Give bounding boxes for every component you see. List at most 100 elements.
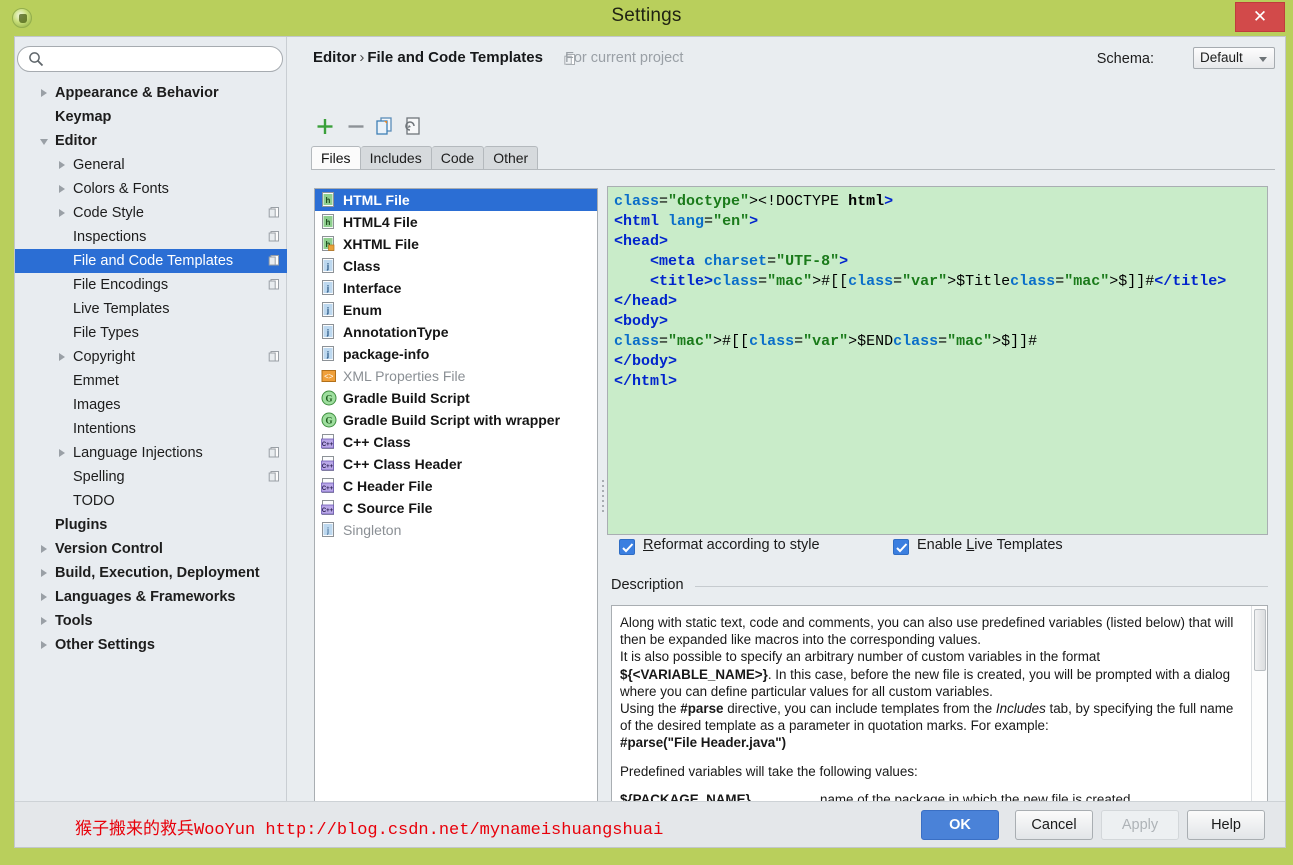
shared-settings-icon <box>268 446 281 459</box>
template-list[interactable]: hHTML FilehHTML4 FilehXHTML FilejClassjI… <box>314 188 598 816</box>
sidebar-item-file-encodings[interactable]: File Encodings <box>15 273 287 297</box>
chevron-right-icon[interactable] <box>41 89 47 97</box>
template-list-item-label: Enum <box>343 302 382 318</box>
java-file-icon: j <box>321 346 337 362</box>
template-list-item[interactable]: C++C++ Class Header <box>315 453 597 475</box>
sidebar-item-copyright[interactable]: Copyright <box>15 345 287 369</box>
tab-code[interactable]: Code <box>432 146 484 170</box>
chevron-down-icon[interactable] <box>40 139 48 145</box>
window-titlebar: Settings ✕ <box>0 0 1293 36</box>
template-list-item[interactable]: <>XML Properties File <box>315 365 597 387</box>
description-paragraph-1: Along with static text, code and comment… <box>620 614 1241 752</box>
sidebar-item-spelling[interactable]: Spelling <box>15 465 287 489</box>
chevron-right-icon[interactable] <box>59 161 65 169</box>
tab-includes[interactable]: Includes <box>361 146 432 170</box>
chevron-right-icon[interactable] <box>41 641 47 649</box>
sidebar-item-appearance-behavior[interactable]: Appearance & Behavior <box>15 81 287 105</box>
template-list-item[interactable]: C++C Header File <box>315 475 597 497</box>
sidebar-item-code-style[interactable]: Code Style <box>15 201 287 225</box>
tab-other[interactable]: Other <box>484 146 538 170</box>
cpp-file-icon: C++ <box>321 434 337 450</box>
sidebar-item-build-execution-deployment[interactable]: Build, Execution, Deployment <box>15 561 287 585</box>
template-list-item[interactable]: hHTML4 File <box>315 211 597 233</box>
cancel-button[interactable]: Cancel <box>1015 810 1093 840</box>
template-list-item[interactable]: jpackage-info <box>315 343 597 365</box>
chevron-right-icon[interactable] <box>41 569 47 577</box>
template-list-item[interactable]: GGradle Build Script with wrapper <box>315 409 597 431</box>
settings-tree[interactable]: Appearance & BehaviorKeymapEditorGeneral… <box>15 81 287 657</box>
sidebar-item-file-and-code-templates[interactable]: File and Code Templates <box>15 249 287 273</box>
template-list-item-label: C Source File <box>343 500 432 516</box>
help-button[interactable]: Help <box>1187 810 1265 840</box>
search-box[interactable] <box>17 46 283 72</box>
sidebar-item-intentions[interactable]: Intentions <box>15 417 287 441</box>
chevron-right-icon[interactable] <box>59 209 65 217</box>
sidebar-item-keymap[interactable]: Keymap <box>15 105 287 129</box>
template-list-item-label: Gradle Build Script <box>343 390 470 406</box>
chevron-right-icon[interactable] <box>59 353 65 361</box>
sidebar-item-file-types[interactable]: File Types <box>15 321 287 345</box>
template-list-item-label: HTML4 File <box>343 214 418 230</box>
sidebar-item-todo[interactable]: TODO <box>15 489 287 513</box>
sidebar-item-live-templates[interactable]: Live Templates <box>15 297 287 321</box>
splitter-handle[interactable] <box>599 477 607 521</box>
reformat-checkbox[interactable] <box>619 539 635 555</box>
sidebar-item-tools[interactable]: Tools <box>15 609 287 633</box>
sidebar-item-version-control[interactable]: Version Control <box>15 537 287 561</box>
sidebar-item-colors-fonts[interactable]: Colors & Fonts <box>15 177 287 201</box>
close-icon[interactable]: ✕ <box>1235 2 1285 32</box>
template-list-item[interactable]: jInterface <box>315 277 597 299</box>
remove-template-button[interactable] <box>342 113 370 141</box>
ok-button[interactable]: OK <box>921 810 999 840</box>
chevron-right-icon[interactable] <box>41 617 47 625</box>
sidebar-item-plugins[interactable]: Plugins <box>15 513 287 537</box>
sidebar-item-other-settings[interactable]: Other Settings <box>15 633 287 657</box>
shared-settings-icon <box>268 254 281 267</box>
add-template-button[interactable] <box>311 113 339 141</box>
description-includes-tab: Includes <box>996 701 1046 716</box>
code-line: <title>class="mac">#[[class="var">$Title… <box>614 272 1267 292</box>
gradle-icon: G <box>321 412 337 428</box>
chevron-right-icon[interactable] <box>59 185 65 193</box>
code-line: class="mac">#[[class="var">$ENDclass="ma… <box>614 332 1267 352</box>
template-list-item[interactable]: hHTML File <box>315 189 597 211</box>
description-text: Along with static text, code and comment… <box>612 606 1251 816</box>
template-list-item[interactable]: GGradle Build Script <box>315 387 597 409</box>
template-code-editor[interactable]: class="doctype"><!DOCTYPE html><html lan… <box>607 186 1268 535</box>
template-list-item[interactable]: jAnnotationType <box>315 321 597 343</box>
sidebar-item-general[interactable]: General <box>15 153 287 177</box>
sidebar-item-inspections[interactable]: Inspections <box>15 225 287 249</box>
breadcrumb-root[interactable]: Editor <box>313 49 356 66</box>
sidebar-item-label: Colors & Fonts <box>73 177 169 201</box>
sidebar-item-language-injections[interactable]: Language Injections <box>15 441 287 465</box>
tab-files[interactable]: Files <box>311 146 361 170</box>
live-templates-checkbox-label[interactable]: Enable Live Templates <box>917 537 1063 553</box>
java-file-icon: j <box>321 324 337 340</box>
description-scrollbar[interactable] <box>1251 606 1267 816</box>
sidebar-item-emmet[interactable]: Emmet <box>15 369 287 393</box>
reformat-checkbox-label[interactable]: Reformat according to style <box>643 537 820 553</box>
live-templates-checkbox[interactable] <box>893 539 909 555</box>
chevron-right-icon[interactable] <box>41 593 47 601</box>
sidebar-item-editor[interactable]: Editor <box>15 129 287 153</box>
search-input[interactable] <box>17 46 283 72</box>
reset-template-button[interactable] <box>400 113 428 141</box>
template-list-item[interactable]: hXHTML File <box>315 233 597 255</box>
sidebar-item-images[interactable]: Images <box>15 393 287 417</box>
template-list-item[interactable]: C++C++ Class <box>315 431 597 453</box>
template-tabs[interactable]: FilesIncludesCodeOther <box>311 146 538 170</box>
template-list-item[interactable]: C++C Source File <box>315 497 597 519</box>
sidebar-item-languages-frameworks[interactable]: Languages & Frameworks <box>15 585 287 609</box>
code-line: <head> <box>614 232 1267 252</box>
chevron-right-icon[interactable] <box>59 449 65 457</box>
description-p1c-pre: Using the <box>620 701 680 716</box>
chevron-right-icon[interactable] <box>41 545 47 553</box>
template-list-item-label: C Header File <box>343 478 432 494</box>
sidebar-item-label: TODO <box>73 489 115 513</box>
template-list-item[interactable]: jSingleton <box>315 519 597 541</box>
copy-template-button[interactable] <box>371 113 399 141</box>
schema-dropdown[interactable]: Default <box>1193 47 1275 69</box>
template-list-item[interactable]: jEnum <box>315 299 597 321</box>
description-scrollbar-thumb[interactable] <box>1254 609 1266 671</box>
template-list-item[interactable]: jClass <box>315 255 597 277</box>
